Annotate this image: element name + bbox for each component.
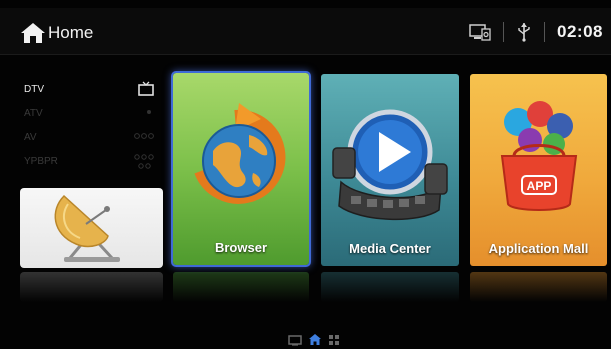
tile-browser[interactable]: Browser bbox=[171, 71, 311, 267]
app-store-icon: APP bbox=[500, 101, 578, 211]
usb-icon[interactable] bbox=[516, 22, 532, 42]
tv-icon bbox=[138, 81, 154, 96]
satellite-source-card[interactable] bbox=[20, 188, 163, 268]
source-label: AV bbox=[24, 132, 37, 143]
component-ports-icon bbox=[134, 154, 154, 169]
clock: 02:08 bbox=[557, 22, 603, 41]
page-indicator bbox=[288, 333, 340, 346]
source-list: DTV ATV AV YPBPR bbox=[24, 78, 154, 174]
av-ports-icon bbox=[134, 133, 154, 139]
home-page-icon[interactable] bbox=[308, 333, 322, 346]
home-title[interactable]: Home bbox=[48, 23, 93, 43]
home-icon[interactable] bbox=[20, 22, 46, 44]
satellite-dish-icon bbox=[54, 194, 120, 262]
screen-settings-icon[interactable] bbox=[469, 23, 491, 41]
source-label: DTV bbox=[24, 84, 44, 95]
tv-page-icon[interactable] bbox=[288, 334, 302, 346]
play-film-icon bbox=[332, 109, 448, 221]
source-item-ypbpr[interactable]: YPBPR bbox=[24, 150, 154, 174]
grid-page-icon[interactable] bbox=[328, 334, 340, 346]
tile-media-center[interactable]: Media Center bbox=[321, 74, 459, 266]
tile-label: Browser bbox=[214, 240, 268, 255]
globe-icon bbox=[194, 103, 286, 204]
tile-application-mall[interactable]: APP Application Mall bbox=[470, 74, 607, 266]
source-item-atv[interactable]: ATV bbox=[24, 102, 154, 126]
tile-label: Media Center bbox=[349, 241, 431, 256]
source-item-av[interactable]: AV bbox=[24, 126, 154, 150]
tile-label: Application Mall bbox=[488, 241, 589, 256]
tile-reflection bbox=[173, 272, 309, 302]
tile-reflection bbox=[470, 272, 607, 302]
dot-icon bbox=[147, 110, 151, 114]
svg-text:APP: APP bbox=[527, 179, 552, 193]
status-bar: Home 02:08 bbox=[0, 8, 611, 55]
source-card-reflection bbox=[20, 272, 163, 302]
source-label: ATV bbox=[24, 108, 43, 119]
source-item-dtv[interactable]: DTV bbox=[24, 78, 154, 102]
divider bbox=[503, 22, 505, 42]
source-label: YPBPR bbox=[24, 156, 58, 167]
divider bbox=[544, 22, 546, 42]
tile-reflection bbox=[321, 272, 459, 302]
